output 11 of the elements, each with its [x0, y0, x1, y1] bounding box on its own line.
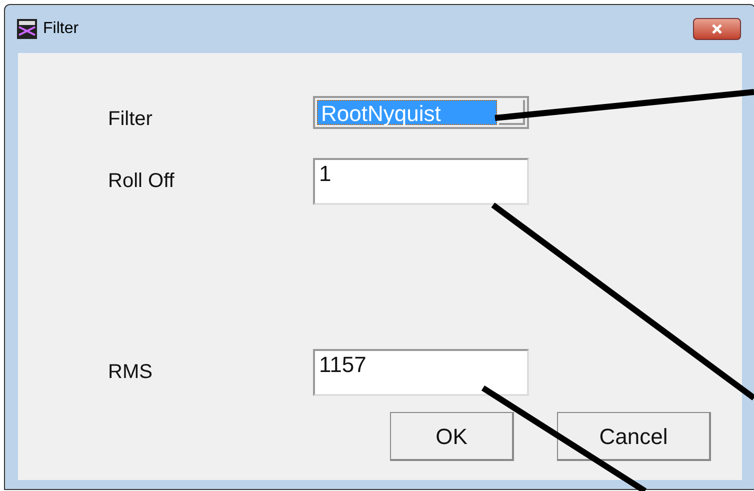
input-field[interactable]: 1157: [313, 349, 529, 396]
app-icon: [17, 19, 37, 39]
dialog-button[interactable]: Cancel: [557, 412, 711, 461]
close-button[interactable]: [693, 18, 741, 40]
field-label: RMS: [108, 360, 154, 385]
dialog-button[interactable]: OK: [390, 412, 514, 461]
field-label: Roll Off: [108, 169, 176, 194]
close-icon: [711, 24, 723, 34]
field-label: Filter: [108, 107, 154, 132]
input-field[interactable]: 1: [313, 158, 529, 205]
window-title: Filter: [43, 19, 79, 39]
